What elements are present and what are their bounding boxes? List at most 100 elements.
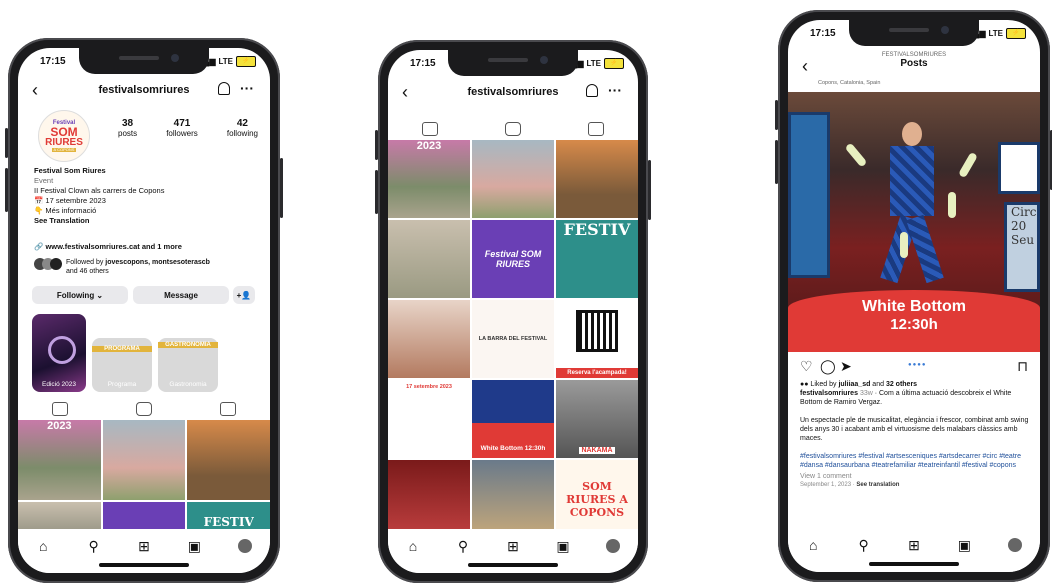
avatar[interactable]: Festival SOM RIURES A COPONS (38, 110, 90, 162)
reels-tab-icon[interactable] (136, 402, 152, 416)
stat-posts[interactable]: 38 posts (118, 118, 137, 138)
add-post-icon[interactable]: ⊞ (905, 536, 923, 554)
grid-tile[interactable]: White Bottom 12:30h (472, 380, 554, 458)
reels-icon[interactable]: ▣ (955, 536, 973, 554)
reels-icon[interactable]: ▣ (185, 537, 203, 555)
tile-text: 17 setembre 2023 (406, 384, 452, 390)
carousel-dots: ●●●● (908, 362, 927, 368)
grid-tile[interactable] (388, 220, 470, 298)
battery-icon: ⚡ (604, 58, 624, 69)
following-button[interactable]: Following ⌄ (32, 286, 128, 304)
status-time: 17:15 (410, 58, 436, 69)
banner-time: 12:30h (890, 316, 938, 333)
search-icon[interactable]: ⚲ (855, 536, 873, 554)
profile-avatar-icon[interactable] (1006, 536, 1024, 554)
reels-icon[interactable]: ▣ (554, 537, 572, 555)
grid-tile[interactable] (556, 140, 638, 218)
grid-tile[interactable] (472, 460, 554, 538)
liked-by[interactable]: ●● Liked by juliiaa_sd and 32 others (800, 380, 1030, 389)
link-text: www.festivalsomriures.cat and 1 more (45, 242, 182, 251)
screen: 17:15 ▂▄▆LTE⚡ ‹ FESTIVALSOMRIURES Posts … (788, 20, 1040, 572)
search-icon[interactable]: ⚲ (454, 537, 472, 555)
grid-tile[interactable]: 2023 (18, 420, 101, 500)
liked-user: juliiaa_sd (838, 381, 871, 388)
more-icon[interactable]: ··· (240, 80, 254, 96)
home-icon[interactable]: ⌂ (34, 537, 52, 555)
post-caption: ●● Liked by juliiaa_sd and 32 others fes… (800, 380, 1030, 488)
event-banner: White Bottom 12:30h (788, 290, 1040, 352)
post-location: Copons, Catalonia, Spain (818, 80, 881, 86)
home-indicator (468, 563, 558, 567)
grid-tab-icon[interactable] (52, 402, 68, 416)
view-comments-link[interactable]: View 1 comment (800, 472, 1030, 481)
highlight-banner: GASTRONOMIA (158, 342, 218, 348)
reels-tab-icon[interactable] (504, 122, 521, 136)
highlight-label: Programa (107, 381, 137, 388)
profile-avatar-icon[interactable] (604, 537, 622, 555)
bell-icon[interactable] (586, 84, 598, 97)
see-translation-link[interactable]: See Translation (34, 216, 264, 226)
grid-tile[interactable]: Festival SOM RIURES (472, 220, 554, 298)
stat-followers[interactable]: 471 followers (166, 118, 198, 138)
profile-link[interactable]: 🔗 www.festivalsomriures.cat and 1 more (34, 242, 182, 251)
liker-avatars-icon: ●● (800, 381, 809, 388)
share-icon[interactable]: ➤ (840, 358, 852, 375)
like-icon[interactable]: ♡ (800, 358, 813, 375)
grid-tile[interactable] (388, 460, 470, 538)
highlight-edicio[interactable]: Edició 2023 (32, 314, 86, 392)
grid-tile[interactable]: NAKAMA (556, 380, 638, 458)
left-poster (788, 112, 830, 278)
bio: Festival Som Riures Event II Festival Cl… (34, 166, 264, 226)
caption-hashtags[interactable]: #festivalsomriures #festival #artsesceni… (800, 452, 1030, 470)
search-icon[interactable]: ⚲ (85, 537, 103, 555)
juggling-club (958, 151, 978, 179)
caption-time: 33w (859, 390, 873, 397)
profile-stats: 38 posts 471 followers 42 following (118, 118, 258, 138)
grid-tile[interactable] (102, 420, 186, 500)
highlight-gastronomia[interactable]: GASTRONOMIA Gastronomia (158, 338, 218, 392)
screen: 17:15 ▂▄▆LTE⚡ ‹ festivalsomriures ··· 20… (388, 50, 638, 573)
more-icon[interactable]: ··· (608, 82, 622, 98)
grid-tab-icon[interactable] (421, 122, 438, 136)
highlight-programa[interactable]: PROGRAMA Programa (92, 338, 152, 392)
grid-tile[interactable]: LA BARRA DEL FESTIVAL (472, 300, 554, 378)
followed-by[interactable]: Followed by jovescopons, montsesoterascb… (34, 258, 266, 276)
message-button[interactable]: Message (133, 286, 229, 304)
highlight-label: Gastronomia (169, 381, 207, 388)
highlight-label: Edició 2023 (42, 381, 76, 388)
profile-avatar-icon[interactable] (236, 537, 254, 555)
bell-icon[interactable] (218, 82, 230, 95)
stat-value: 42 (236, 118, 248, 129)
grid-tile[interactable]: 17 setembre 2023 (388, 380, 470, 458)
stat-following[interactable]: 42 following (227, 118, 258, 138)
grid-tile[interactable] (187, 420, 270, 500)
tile-text: 2023 (47, 420, 72, 432)
home-icon[interactable]: ⌂ (804, 536, 822, 554)
stat-label: posts (118, 129, 138, 138)
grid-tile[interactable]: SOM RIURES A COPONS (556, 460, 638, 538)
tagged-tab-icon[interactable] (588, 122, 605, 136)
liked-mid: and (870, 381, 886, 388)
profile-tabs (18, 402, 270, 416)
follower-avatars (34, 258, 62, 276)
profile-name: Festival Som Riures (34, 166, 106, 175)
home-icon[interactable]: ⌂ (404, 537, 422, 555)
home-indicator (869, 562, 959, 566)
add-post-icon[interactable]: ⊞ (135, 537, 153, 555)
post-image[interactable]: Circ 20 Seu White Bottom 12:30h (788, 92, 1040, 352)
grid-tile[interactable] (472, 140, 554, 218)
caption-user[interactable]: festivalsomriures (800, 390, 858, 397)
grid-tile[interactable]: FESTIV (556, 220, 638, 298)
tagged-tab-icon[interactable] (220, 402, 236, 416)
see-translation-link[interactable]: See translation (856, 482, 899, 488)
grid-tile[interactable]: Reserva l'acampada! (556, 300, 638, 378)
add-post-icon[interactable]: ⊞ (504, 537, 522, 555)
comment-icon[interactable]: ◯ (820, 358, 836, 375)
back-icon[interactable]: ‹ (802, 56, 808, 77)
grid-tile[interactable] (388, 300, 470, 378)
grid-tile[interactable]: 2023 (388, 140, 470, 218)
post-grid: 2023 FESTIV (18, 420, 270, 542)
bookmark-icon[interactable]: ⊓ (1017, 358, 1028, 375)
screen: 17:15 ▂▄▆LTE⚡ ‹ festivalsomriures ··· Fe… (18, 48, 270, 573)
add-person-button[interactable]: +👤 (233, 286, 255, 304)
